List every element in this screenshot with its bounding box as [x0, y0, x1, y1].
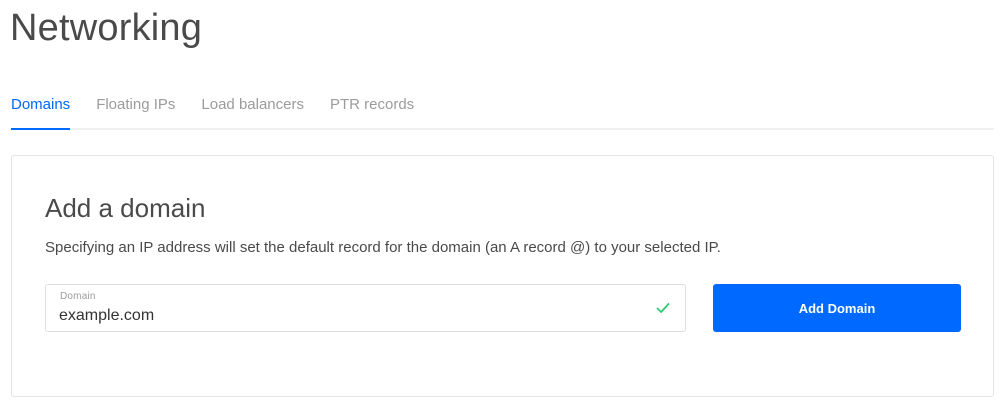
- tab-domains[interactable]: Domains: [11, 84, 71, 130]
- add-domain-description: Specifying an IP address will set the de…: [45, 239, 721, 256]
- add-domain-card: Add a domain Specifying an IP address wi…: [11, 155, 994, 397]
- tab-load-balancers[interactable]: Load balancers: [201, 84, 304, 128]
- tab-floating-ips[interactable]: Floating IPs: [96, 84, 175, 128]
- tab-bar: Domains Floating IPs Load balancers PTR …: [11, 84, 994, 130]
- add-domain-button[interactable]: Add Domain: [713, 284, 961, 332]
- add-domain-heading: Add a domain: [45, 193, 206, 223]
- tab-ptr-records[interactable]: PTR records: [330, 84, 414, 128]
- page-title: Networking: [10, 7, 203, 49]
- check-icon: [656, 303, 670, 313]
- domain-input[interactable]: [59, 305, 639, 327]
- domain-field[interactable]: Domain: [45, 284, 686, 332]
- domain-field-label: Domain: [60, 291, 96, 302]
